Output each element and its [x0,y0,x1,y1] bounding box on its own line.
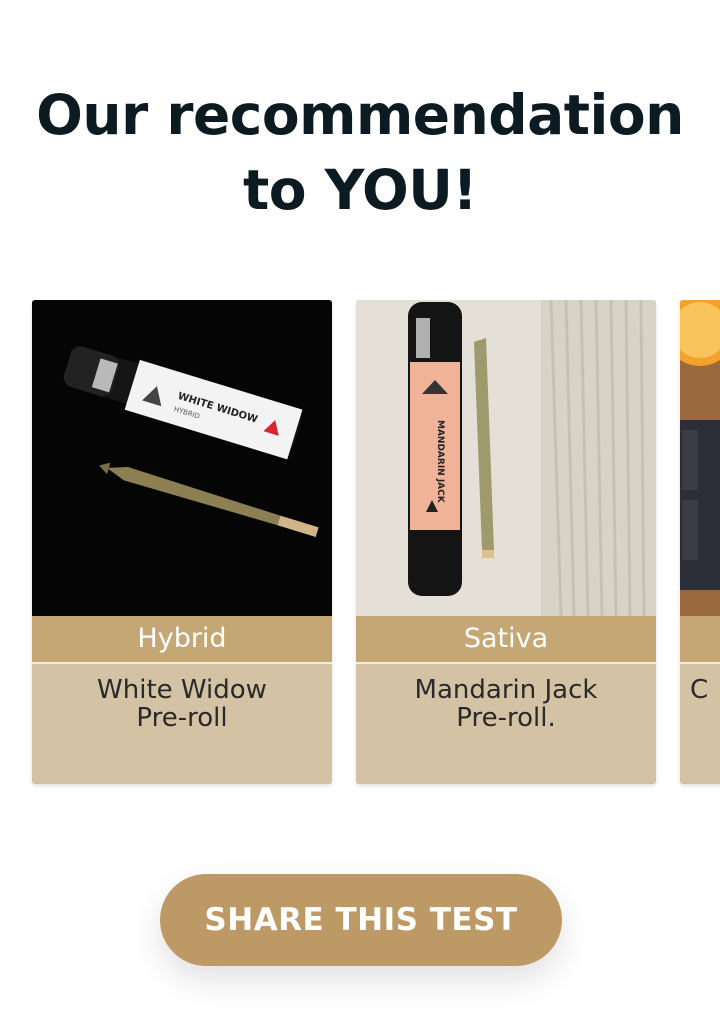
page-title: Our recommendation to YOU! [0,78,720,228]
product-name: Mandarin Jack Pre-roll. [414,675,598,733]
product-category-tag: Hybrid [32,616,332,664]
white-widow-preroll-photo: WHITE WIDOW HYBRID [32,300,332,616]
product-name: C [690,675,709,705]
product-card-white-widow[interactable]: WHITE WIDOW HYBRID Hybrid White Widow Pr… [32,300,332,784]
product-category-tag [680,616,720,664]
mandarin-jack-preroll-photo: MANDARIN JACK [356,300,656,616]
product-name: White Widow Pre-roll [97,675,267,733]
product-card-partial[interactable]: C [680,300,720,784]
page-title-line-1: Our recommendation [36,83,684,147]
page-title-line-2: to YOU! [242,158,478,222]
product-carousel[interactable]: WHITE WIDOW HYBRID Hybrid White Widow Pr… [0,300,720,790]
chocolate-orange-photo [680,300,720,616]
product-card-mandarin-jack[interactable]: MANDARIN JACK Sativa Mandarin Jack Pre-r… [356,300,656,784]
share-test-button[interactable]: SHARE THIS TEST [160,874,562,966]
product-category-tag: Sativa [356,616,656,664]
svg-text:MANDARIN JACK: MANDARIN JACK [435,420,445,504]
